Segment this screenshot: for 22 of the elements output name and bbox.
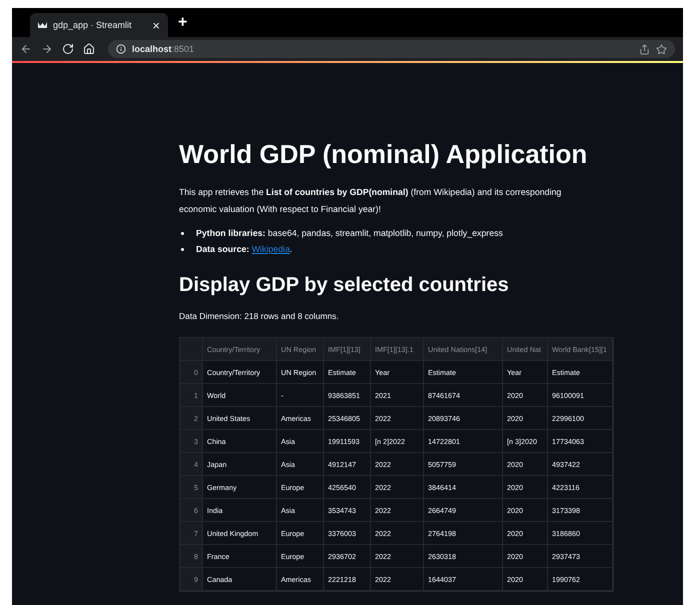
info-icon[interactable] xyxy=(116,44,126,54)
page-title: World GDP (nominal) Application xyxy=(179,139,588,170)
star-icon[interactable] xyxy=(656,44,667,54)
tab-title: gdp_app · Streamlit xyxy=(53,20,133,30)
home-icon[interactable] xyxy=(83,43,95,55)
reload-icon[interactable] xyxy=(62,43,74,55)
browser-tab[interactable]: gdp_app · Streamlit × xyxy=(30,13,168,37)
forward-icon[interactable] xyxy=(41,43,53,55)
section-title: Display GDP by selected countries xyxy=(179,274,510,297)
crown-icon xyxy=(38,22,47,28)
intro-paragraph: This app retrieves the List of countries by GDP(nominal) (from Wikipedia) and its corresponding economic valuation (With respect to Financial year)! xyxy=(179,186,562,216)
wikipedia-link[interactable]: Wikipedia xyxy=(252,244,290,254)
address-bar[interactable]: localhost:8501 xyxy=(108,40,675,58)
bullet-text: Data source: Wikipedia. xyxy=(196,244,292,254)
tab-close-button[interactable]: × xyxy=(152,18,160,32)
bullet-icon xyxy=(181,232,184,234)
data-dimension-text: Data Dimension: 218 rows and 8 columns. xyxy=(179,311,340,321)
new-tab-button[interactable]: + xyxy=(178,14,188,32)
bullet-icon xyxy=(181,248,184,250)
back-icon[interactable] xyxy=(20,43,32,55)
share-icon[interactable] xyxy=(639,44,650,54)
bullet-text: Python libraries: base64, pandas, streamlit, matplotlib, numpy, plotly_express xyxy=(196,228,503,238)
